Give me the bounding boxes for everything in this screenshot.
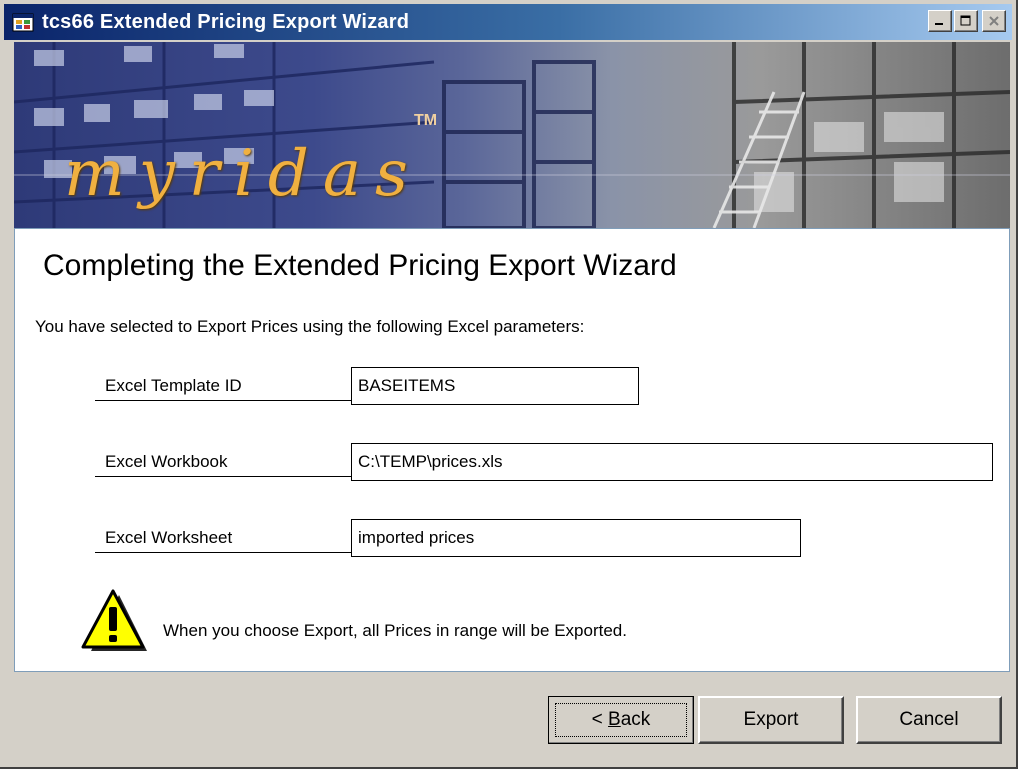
- minimize-icon: [935, 23, 943, 25]
- minimize-button[interactable]: [928, 10, 952, 32]
- export-button[interactable]: Export: [698, 696, 844, 744]
- close-icon: [989, 16, 999, 26]
- worksheet-label: Excel Worksheet: [95, 519, 355, 553]
- cancel-button-label: Cancel: [899, 709, 959, 730]
- wizard-content-panel: Completing the Extended Pricing Export W…: [14, 228, 1010, 672]
- cancel-button[interactable]: Cancel: [856, 696, 1002, 744]
- template-id-field[interactable]: BASEITEMS: [351, 367, 639, 405]
- myridas-logo: myridas: [64, 137, 422, 211]
- window-title: tcs66 Extended Pricing Export Wizard: [42, 10, 410, 33]
- maximize-icon: [960, 15, 971, 26]
- maximize-button[interactable]: [954, 10, 978, 32]
- warning-triangle-icon: [81, 589, 147, 651]
- close-button[interactable]: [982, 10, 1006, 32]
- worksheet-field[interactable]: imported prices: [351, 519, 801, 557]
- workbook-label: Excel Workbook: [95, 443, 355, 477]
- title-bar-buttons: [928, 10, 1006, 32]
- template-id-label: Excel Template ID: [95, 367, 355, 401]
- trademark-mark: TM: [414, 112, 438, 129]
- wizard-window: tcs66 Extended Pricing Export Wizard myr…: [0, 0, 1018, 769]
- back-button[interactable]: < Back: [548, 696, 694, 744]
- warning-message: When you choose Export, all Prices in ra…: [163, 621, 627, 640]
- back-button-prefix: <: [591, 709, 609, 730]
- export-button-label: Export: [743, 709, 799, 730]
- back-button-mnemonic: B: [608, 709, 621, 730]
- back-button-label: < Back: [592, 709, 651, 731]
- title-bar[interactable]: tcs66 Extended Pricing Export Wizard: [4, 4, 1012, 40]
- back-button-rest: ack: [620, 709, 651, 730]
- banner-image: myridas TM: [14, 42, 1010, 228]
- workbook-field[interactable]: C:\TEMP\prices.xls: [351, 443, 993, 481]
- page-title: Completing the Extended Pricing Export W…: [43, 249, 677, 282]
- app-window-icon: [12, 11, 34, 33]
- intro-text: You have selected to Export Prices using…: [35, 317, 585, 336]
